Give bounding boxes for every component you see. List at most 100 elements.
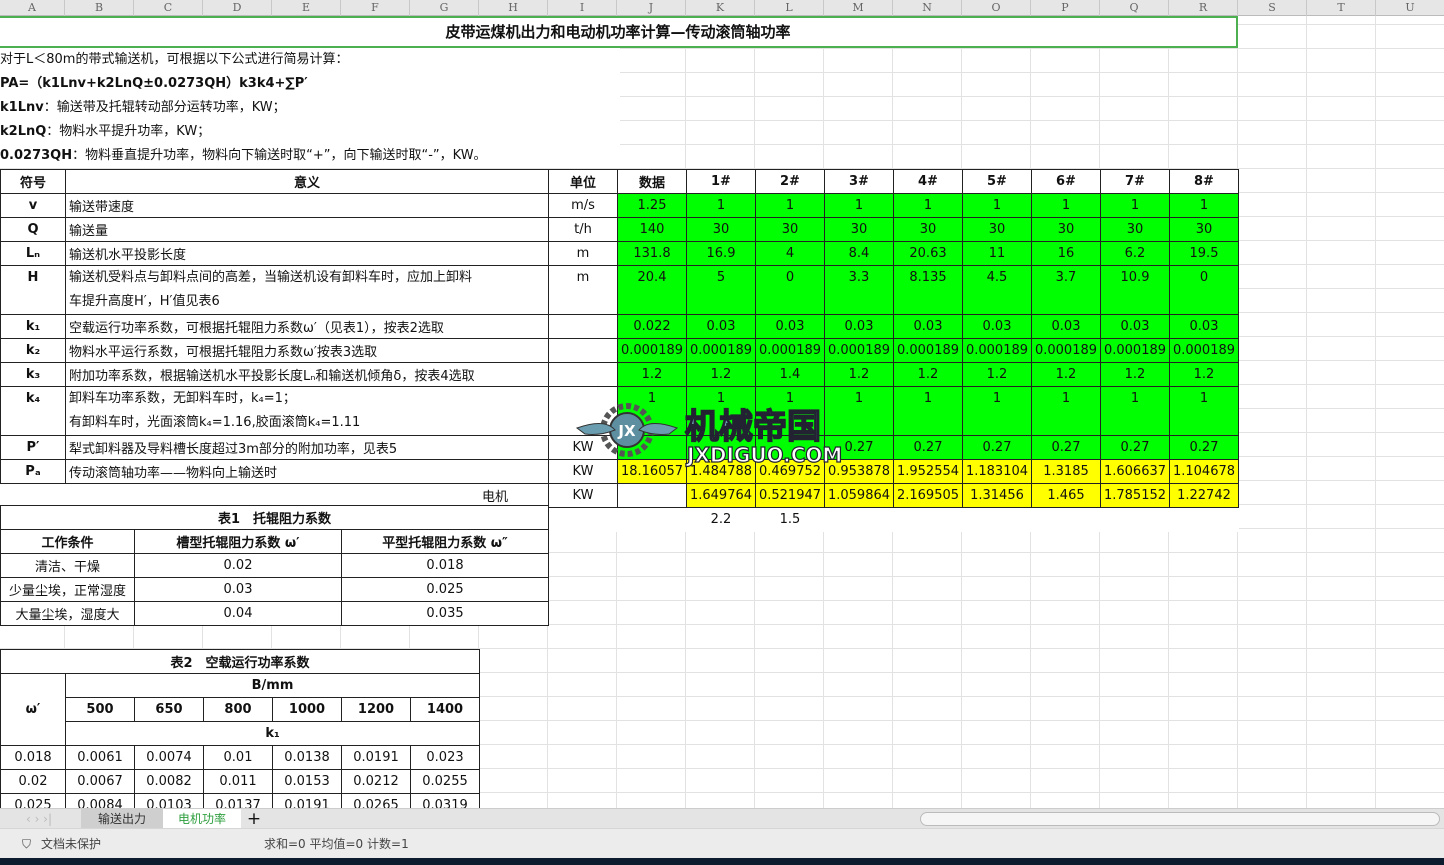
description-cell[interactable]: 空载运行功率系数，可根据托辊阻力系数ω′（见表1），按表2选取	[65, 314, 549, 339]
value-cell[interactable]: 1.2	[893, 362, 963, 387]
value-cell[interactable]: 1	[962, 386, 1032, 436]
table1-header[interactable]: 平型托辊阻力系数 ω″	[340, 529, 550, 554]
column-header-L[interactable]: L	[755, 0, 824, 16]
value-cell[interactable]: 1	[686, 193, 756, 218]
column-header-Q[interactable]: Q	[1100, 0, 1169, 16]
value-cell[interactable]: 10.9	[1100, 265, 1170, 315]
symbol-cell[interactable]: Q	[0, 217, 66, 242]
column-header[interactable]: 6#	[1031, 169, 1101, 194]
width-header[interactable]: 1200	[341, 697, 411, 722]
value-cell[interactable]: 30	[755, 217, 825, 242]
description-cell[interactable]: 输送量	[65, 217, 549, 242]
unit-cell[interactable]	[548, 314, 618, 339]
table1-header[interactable]: 槽型托辊阻力系数 ω′	[134, 529, 342, 554]
tab-nav-arrows-icon[interactable]: ‹ › ›|	[4, 809, 74, 829]
value-cell[interactable]: 0.000189	[824, 338, 894, 363]
symbol-cell[interactable]: P′	[0, 435, 66, 460]
unit-cell[interactable]: KW	[548, 483, 618, 508]
column-header[interactable]: 1#	[686, 169, 756, 194]
table1-cell[interactable]: 0.018	[340, 553, 550, 578]
value-cell[interactable]: 8.135	[893, 265, 963, 315]
table2-cell[interactable]: 0.0255	[410, 769, 480, 794]
empty-cell[interactable]	[1032, 508, 1101, 532]
value-cell[interactable]: 6.2	[1100, 241, 1170, 266]
value-cell[interactable]: 30	[962, 217, 1032, 242]
column-header-O[interactable]: O	[962, 0, 1031, 16]
value-cell[interactable]: 0.03	[824, 314, 894, 339]
value-cell[interactable]: 1.3185	[1031, 459, 1101, 484]
description-cell[interactable]: 输送机水平投影长度	[65, 241, 549, 266]
add-sheet-button[interactable]: +	[244, 809, 264, 829]
table1-cell[interactable]: 0.03	[134, 577, 342, 602]
horizontal-scrollbar[interactable]	[920, 812, 1440, 826]
value-cell[interactable]: 1.952554	[893, 459, 963, 484]
column-header[interactable]: 意义	[65, 169, 549, 194]
value-cell[interactable]: 1	[1100, 386, 1170, 436]
table1-cell[interactable]: 0.02	[134, 553, 342, 578]
column-header-A[interactable]: A	[0, 0, 65, 16]
value-cell[interactable]: 30	[893, 217, 963, 242]
column-header[interactable]: 符号	[0, 169, 66, 194]
k1-header[interactable]: k₁	[65, 721, 480, 746]
column-header-R[interactable]: R	[1169, 0, 1238, 16]
value-cell[interactable]: 19.5	[1169, 241, 1239, 266]
sheet-tab-motor[interactable]: 电机功率	[163, 809, 241, 829]
value-cell[interactable]: 1	[893, 193, 963, 218]
value-cell[interactable]: 0.03	[755, 314, 825, 339]
data-cell[interactable]: 1.2	[617, 362, 687, 387]
value-cell[interactable]: 0.000189	[686, 338, 756, 363]
table2-cell[interactable]: 0.023	[410, 745, 480, 770]
symbol-cell[interactable]: k₁	[0, 314, 66, 339]
symbol-cell[interactable]: k₄	[0, 386, 66, 436]
unit-cell[interactable]: m	[548, 265, 618, 315]
value-cell[interactable]: 4.5	[962, 265, 1032, 315]
motor-value[interactable]: 1.465	[1031, 483, 1101, 508]
value-cell[interactable]: 1.2	[1100, 362, 1170, 387]
value-cell[interactable]: 0.03	[686, 314, 756, 339]
value-cell[interactable]: 30	[1100, 217, 1170, 242]
value-cell[interactable]: 5	[686, 265, 756, 315]
value-cell[interactable]: 0	[755, 265, 825, 315]
protect-status[interactable]: 文档未保护	[41, 829, 101, 859]
table2-cell[interactable]: 0.0067	[65, 769, 135, 794]
symbol-cell[interactable]: k₃	[0, 362, 66, 387]
table2-cell[interactable]: 0.01	[203, 745, 273, 770]
column-header[interactable]: 数据	[617, 169, 687, 194]
value-cell[interactable]: 1.2	[962, 362, 1032, 387]
empty-cell[interactable]	[1170, 508, 1239, 532]
value-cell[interactable]: 1.183104	[962, 459, 1032, 484]
value-cell[interactable]: 16	[1031, 241, 1101, 266]
value-cell[interactable]: 1.2	[686, 362, 756, 387]
column-header-F[interactable]: F	[341, 0, 410, 16]
value-cell[interactable]: 1.104678	[1169, 459, 1239, 484]
table2-cell[interactable]: 0.0191	[341, 745, 411, 770]
motor-label[interactable]: 电机	[65, 483, 549, 508]
description-cell[interactable]: 输送机受料点与卸料点间的高差，当输送机设有卸料车时，应加上卸料 车提升高度H′，H…	[65, 265, 549, 315]
value-cell[interactable]: 3.7	[1031, 265, 1101, 315]
column-header-C[interactable]: C	[134, 0, 203, 16]
value-cell[interactable]: 0.03	[1100, 314, 1170, 339]
unit-cell[interactable]: m/s	[548, 193, 618, 218]
value-cell[interactable]: 30	[824, 217, 894, 242]
value-cell[interactable]: 1.4	[755, 362, 825, 387]
table1-cell[interactable]: 少量尘埃，正常湿度	[0, 577, 135, 602]
table2-cell[interactable]: 0.0212	[341, 769, 411, 794]
belt-width-header[interactable]: B/mm	[65, 673, 480, 698]
empty-cell[interactable]	[1, 484, 66, 508]
column-header[interactable]: 8#	[1169, 169, 1239, 194]
column-header-S[interactable]: S	[1238, 0, 1307, 16]
value-cell[interactable]: 0.03	[1031, 314, 1101, 339]
column-header-T[interactable]: T	[1307, 0, 1376, 16]
table1-cell[interactable]: 清洁、干燥	[0, 553, 135, 578]
value-cell[interactable]: 1	[824, 193, 894, 218]
sheet-tab-transport[interactable]: 输送出力	[81, 809, 163, 829]
table1-cell[interactable]: 大量尘埃，湿度大	[0, 601, 135, 626]
width-header[interactable]: 800	[203, 697, 273, 722]
width-header[interactable]: 1400	[410, 697, 480, 722]
empty-cell[interactable]	[963, 508, 1032, 532]
column-header-G[interactable]: G	[410, 0, 479, 16]
description-cell[interactable]: 传动滚筒轴功率——物料向上输送时	[65, 459, 549, 484]
table2-cell[interactable]: 0.0138	[272, 745, 342, 770]
value-cell[interactable]: 1.2	[1031, 362, 1101, 387]
symbol-cell[interactable]: v	[0, 193, 66, 218]
